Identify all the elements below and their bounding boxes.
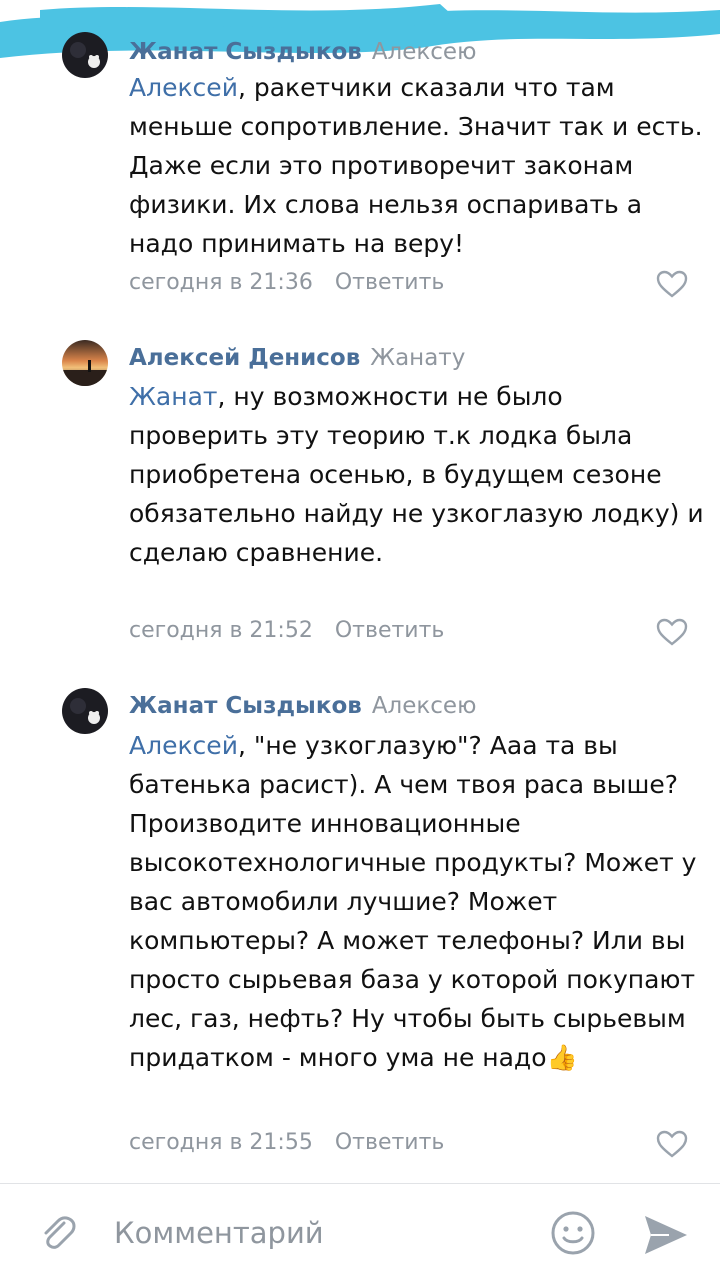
reply-button[interactable]: Ответить <box>335 618 445 643</box>
author-line: Жанат Сыздыков Алексею <box>129 692 476 720</box>
mention-link[interactable]: Алексей <box>129 731 238 760</box>
comment-composer <box>0 1183 720 1280</box>
reply-to-label: Алексею <box>371 39 477 65</box>
heart-icon[interactable] <box>656 270 688 298</box>
heart-icon[interactable] <box>656 1130 688 1158</box>
author-name[interactable]: Жанат Сыздыков <box>129 693 362 719</box>
thumbs-up-emoji: 👍 <box>546 1043 578 1072</box>
comment-text: Алексей, ракетчики сказали что там меньш… <box>129 68 709 263</box>
comment-time: сегодня в 21:36 <box>129 270 313 295</box>
comment-text: Алексей, "не узкоглазую"? Ааа та вы бате… <box>129 726 709 1077</box>
comment-body: , "не узкоглазую"? Ааа та вы батенька ра… <box>129 731 697 1072</box>
comment-text: Жанат, ну возможности не было проверить … <box>129 377 709 572</box>
author-line: Жанат Сыздыков Алексею <box>129 38 476 66</box>
paperclip-icon[interactable] <box>36 1211 80 1255</box>
author-line: Алексей Денисов Жанату <box>129 344 465 372</box>
avatar[interactable] <box>62 340 108 386</box>
avatar[interactable] <box>62 32 108 78</box>
reply-to-label: Жанату <box>370 345 466 371</box>
heart-icon[interactable] <box>656 618 688 646</box>
comment-time: сегодня в 21:55 <box>129 1130 313 1155</box>
avatar[interactable] <box>62 688 108 734</box>
mention-link[interactable]: Жанат <box>129 382 217 411</box>
smile-icon[interactable] <box>549 1209 597 1257</box>
comment-time: сегодня в 21:52 <box>129 618 313 643</box>
comment-meta: сегодня в 21:36 Ответить <box>129 270 444 295</box>
comment-meta: сегодня в 21:52 Ответить <box>129 618 444 643</box>
comment-meta: сегодня в 21:55 Ответить <box>129 1130 444 1155</box>
reply-button[interactable]: Ответить <box>335 1130 445 1155</box>
author-name[interactable]: Алексей Денисов <box>129 345 360 371</box>
reply-button[interactable]: Ответить <box>335 270 445 295</box>
author-name[interactable]: Жанат Сыздыков <box>129 39 362 65</box>
send-icon[interactable] <box>643 1214 689 1256</box>
reply-to-label: Алексею <box>371 693 477 719</box>
comment-input[interactable] <box>114 1210 534 1256</box>
mention-link[interactable]: Алексей <box>129 73 238 102</box>
